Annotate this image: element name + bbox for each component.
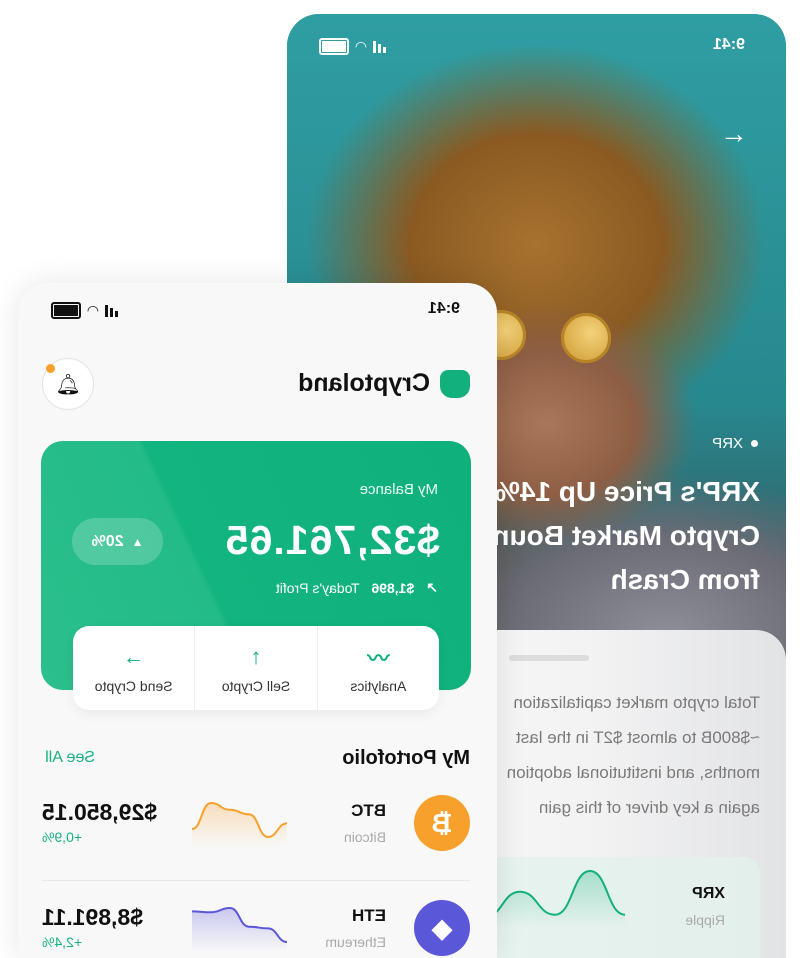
back-arrow-icon[interactable]: ← (720, 118, 748, 150)
profit-row: ↗ $1,896 Today's Profit (276, 579, 438, 596)
news-tag-label: XRP (712, 435, 743, 452)
coin-symbol: XRP (692, 885, 725, 902)
balance-label: My Balance (359, 481, 438, 498)
battery-icon (318, 38, 349, 55)
ethereum-icon: ◆ (414, 900, 470, 956)
body-line: again a key driver of this gain (538, 798, 760, 817)
bitcoin-icon: ₿ (414, 795, 470, 851)
status-icons: ◠ (50, 302, 118, 319)
see-all-link[interactable]: See All (45, 749, 95, 767)
coin-change: +2,4% (42, 934, 83, 950)
signal-icon (373, 40, 386, 53)
chart-line-icon: 〰 (363, 642, 393, 672)
coin-symbol: ETH (352, 906, 386, 925)
status-time: 9:41 (712, 36, 745, 53)
body-line: Total crypto market capitalization (513, 693, 760, 712)
coin-name: Ripple (685, 912, 725, 928)
wallet-phone: 9:41 ◠ Cryptoland 🔔︎ My Balance $32,761.… (18, 283, 497, 958)
send-crypto-button[interactable]: → Send Crypto (73, 626, 194, 710)
profit-label: Today's Profit (275, 579, 360, 596)
bell-icon: 🔔︎ (55, 373, 81, 396)
sell-crypto-button[interactable]: ↑ Sell Crypto (194, 626, 317, 710)
coin-price: $29,850.15 (42, 799, 158, 825)
wifi-icon: ◠ (354, 38, 367, 54)
app-title: Cryptoland (298, 369, 430, 397)
status-time: 9:41 (427, 300, 460, 317)
divider (42, 880, 470, 881)
action-label: Sell Crypto (221, 678, 291, 694)
status-icons: ◠ (318, 38, 386, 55)
news-tag: XRP (712, 435, 758, 452)
portfolio-item-btc[interactable]: ₿ BTC Bitcoin $29,850.15 +0,9% (42, 795, 470, 851)
xrp-sparkline (485, 869, 625, 927)
balance-amount: $32,761.65 (224, 517, 440, 563)
triangle-up-icon: ▲ (131, 534, 144, 549)
trend-up-icon: ↗ (426, 579, 438, 595)
drag-handle[interactable] (509, 655, 589, 661)
portfolio-item-eth[interactable]: ◆ ETH Ethereum $8,891.11 +2,4% (42, 900, 470, 956)
article-body: Total crypto market capitalization ~$800… (507, 685, 760, 825)
quick-actions: 〰 Analytics ↑ Sell Crypto → Send Crypto (73, 626, 439, 710)
wifi-icon: ◠ (86, 302, 99, 318)
coin-name: Ethereum (325, 934, 386, 950)
eth-sparkline (192, 906, 287, 952)
cryptoland-logo-icon (440, 370, 470, 398)
analytics-button[interactable]: 〰 Analytics (316, 626, 439, 710)
change-value: 20% (91, 532, 124, 550)
action-label: Analytics (350, 678, 407, 694)
coin-image (561, 313, 611, 363)
coin-change: +0,9% (42, 829, 83, 845)
sparkline-area (192, 803, 287, 847)
portfolio-title: My Portofolio (342, 747, 470, 769)
coin-symbol: BTC (351, 801, 386, 820)
signal-icon (105, 304, 118, 317)
screen: 9:41 ◠ ← XRP XRP's Price Up 14% Crypto M… (0, 0, 800, 958)
action-label: Send Crypto (94, 678, 173, 694)
notifications-button[interactable]: 🔔︎ (42, 358, 94, 410)
change-badge: ▲ 20% (72, 518, 163, 565)
arrow-right-icon: → (119, 642, 149, 672)
dot-icon (751, 440, 758, 447)
body-line: months, and institutional adoption (506, 763, 760, 782)
coin-price: $8,891.11 (42, 904, 144, 930)
profit-value: $1,896 (371, 579, 415, 596)
notification-dot (46, 364, 55, 373)
body-line: ~$800B to almost $2T in the last (516, 728, 760, 747)
battery-icon (50, 302, 81, 319)
coin-name: Bitcoin (343, 829, 386, 845)
btc-sparkline (192, 801, 287, 847)
arrow-up-icon: ↑ (241, 642, 271, 672)
